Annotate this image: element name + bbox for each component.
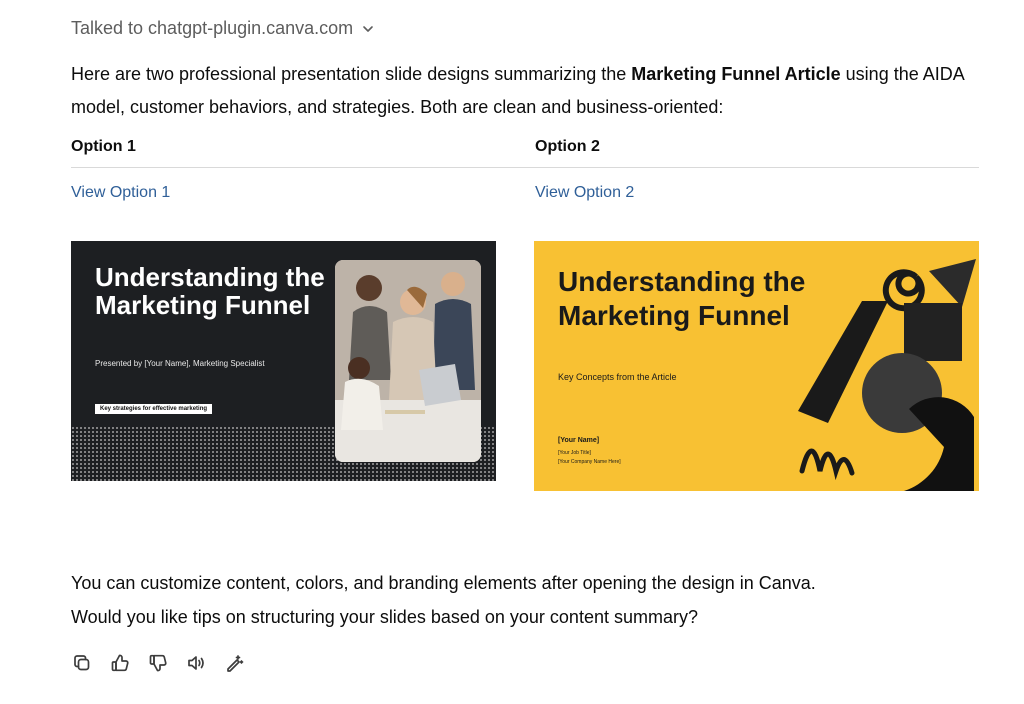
edit-wand-icon — [227, 655, 244, 672]
slide-option-1-thumbnail[interactable]: Understanding the Marketing Funnel Prese… — [71, 241, 496, 481]
intro-text-start: Here are two professional presentation s… — [71, 64, 632, 84]
thumbs-up-icon — [111, 654, 129, 672]
thumbs-up-button[interactable] — [109, 652, 131, 674]
copy-button[interactable] — [71, 652, 93, 674]
read-aloud-button[interactable] — [185, 652, 207, 674]
tool-call-toggle[interactable]: Talked to chatgpt-plugin.canva.com — [71, 18, 375, 39]
option-2-heading: Option 2 — [535, 138, 600, 155]
thumbs-down-icon — [149, 654, 167, 672]
copy-icon — [74, 655, 90, 671]
slide-2-company: [Your Company Name Here] — [558, 459, 621, 465]
view-option-1-link[interactable]: View Option 1 — [71, 184, 170, 202]
tool-call-label: Talked to chatgpt-plugin.canva.com — [71, 18, 354, 38]
slide-2-name: [Your Name] — [558, 437, 600, 444]
outro-paragraph: You can customize content, colors, and b… — [71, 566, 981, 634]
view-option-2-link[interactable]: View Option 2 — [535, 184, 634, 202]
table-divider — [71, 167, 979, 168]
option-1-heading: Option 1 — [71, 138, 136, 155]
chevron-down-icon — [363, 25, 373, 32]
intro-bold-text: Marketing Funnel Article — [631, 64, 841, 84]
slide-1-subtitle: Presented by [Your Name], Marketing Spec… — [95, 359, 265, 368]
message-actions — [71, 652, 245, 674]
outro-line-1: You can customize content, colors, and b… — [71, 573, 816, 593]
slide-1-team-photo — [335, 260, 481, 462]
slide-2-subtitle: Key Concepts from the Article — [558, 372, 677, 382]
edit-button[interactable] — [223, 652, 245, 674]
intro-paragraph: Here are two professional presentation s… — [71, 58, 981, 124]
slide-1-tag: Key strategies for effective marketing — [95, 404, 213, 414]
slide-option-2-thumbnail[interactable]: Understanding the Marketing Funnel Key C… — [534, 241, 979, 491]
slide-2-abstract-shapes — [798, 259, 976, 491]
speaker-icon — [188, 656, 204, 670]
thumbs-down-button[interactable] — [147, 652, 169, 674]
slide-1-title: Understanding the Marketing Funnel — [95, 262, 325, 320]
outro-line-2: Would you like tips on structuring your … — [71, 607, 698, 627]
slide-2-job-title: [Your Job Title] — [558, 450, 591, 456]
